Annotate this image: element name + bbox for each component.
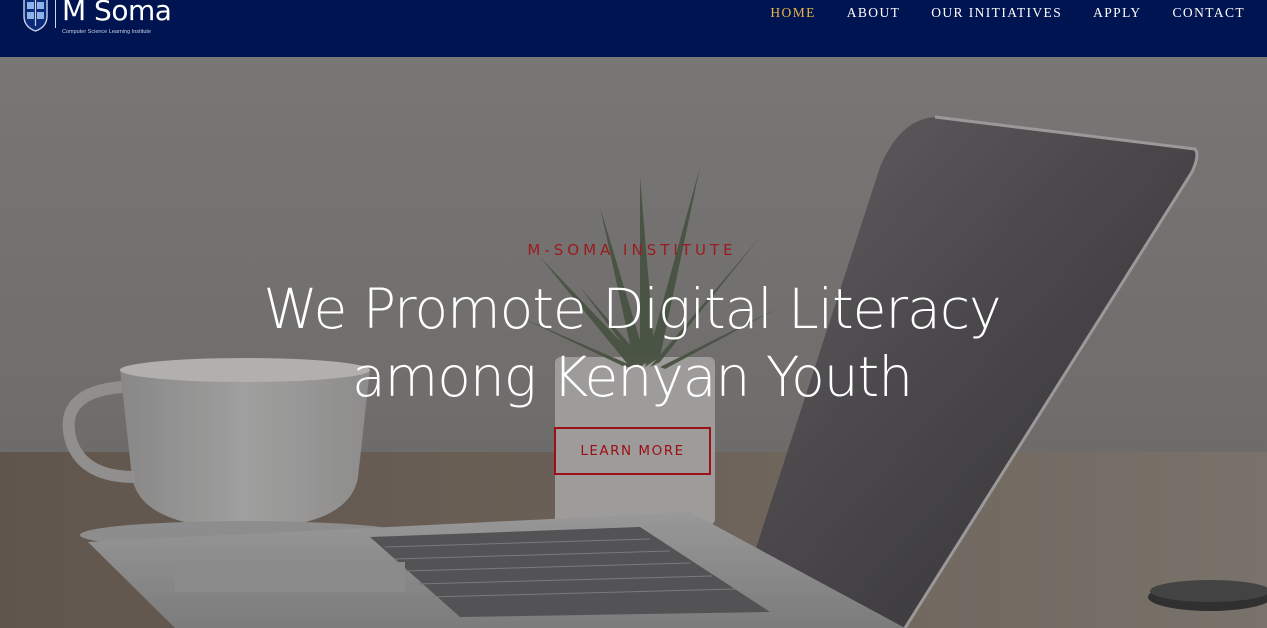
logo-text: M Soma Computer Science Learning Institu…	[62, 0, 172, 35]
nav-item-contact[interactable]: CONTACT	[1173, 5, 1245, 21]
hero-headline-line-1: We Promote Digital Literacy	[263, 277, 1001, 341]
nav-item-our-initiatives[interactable]: OUR INITIATIVES	[931, 5, 1062, 21]
nav-item-about[interactable]: ABOUT	[847, 5, 901, 21]
nav-item-home[interactable]: HOME	[770, 5, 815, 21]
hero-content: M-SOMA INSTITUTE We Promote Digital Lite…	[0, 57, 1267, 628]
hero-headline-line-2: among Kenyan Youth	[351, 345, 913, 409]
shield-crest-icon	[23, 0, 48, 32]
learn-more-button[interactable]: LEARN MORE	[554, 427, 711, 475]
navbar: M Soma Computer Science Learning Institu…	[0, 0, 1267, 57]
logo-divider	[55, 0, 56, 28]
hero-eyebrow: M-SOMA INSTITUTE	[527, 241, 737, 259]
main-nav: HOME ABOUT OUR INITIATIVES APPLY CONTACT	[739, 5, 1245, 21]
hero-section: M-SOMA INSTITUTE We Promote Digital Lite…	[0, 57, 1267, 628]
hero-headline: We Promote Digital Literacy among Kenyan…	[0, 275, 1264, 411]
nav-item-apply[interactable]: APPLY	[1093, 5, 1141, 21]
logo-subtitle: Computer Science Learning Institute	[62, 29, 151, 35]
site-logo[interactable]: M Soma Computer Science Learning Institu…	[22, 0, 172, 38]
logo-title: M Soma	[62, 0, 172, 27]
